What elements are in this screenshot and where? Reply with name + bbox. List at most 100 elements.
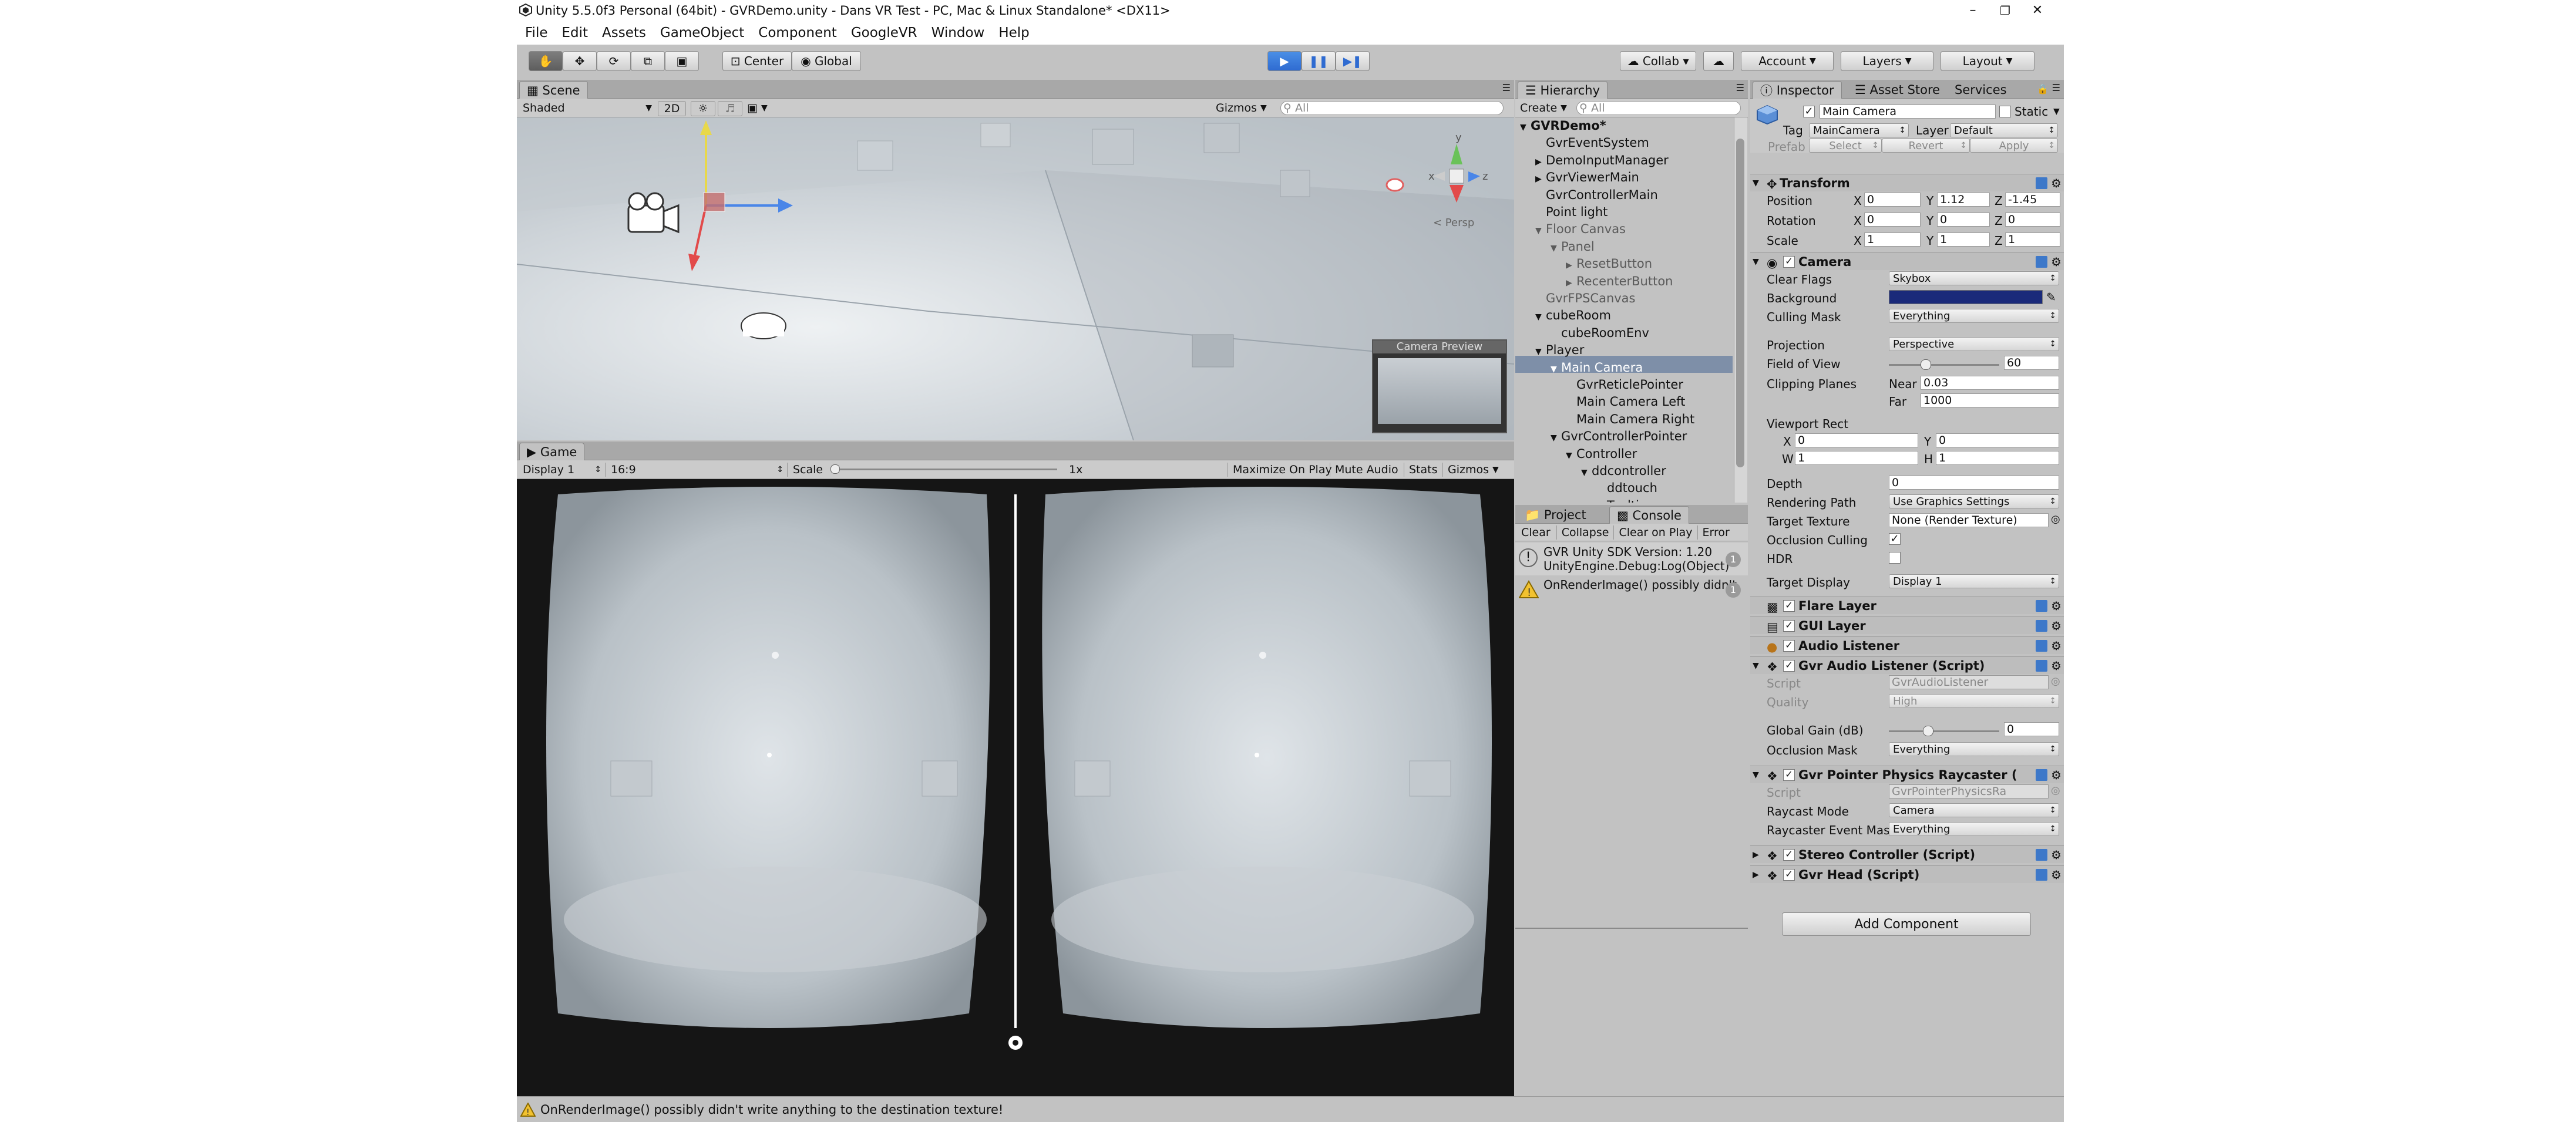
tab-scene[interactable]: ▦ Scene <box>519 81 588 99</box>
console-splitter[interactable] <box>1515 928 1748 929</box>
scale-y-field[interactable]: 1 <box>1937 233 1990 247</box>
raycaster-event-mask-dropdown[interactable]: Everything <box>1889 822 2059 836</box>
console-clear-on-play-toggle[interactable]: Clear on Play <box>1614 525 1697 540</box>
culling-mask-dropdown[interactable]: Everything <box>1889 309 2059 323</box>
hdr-checkbox[interactable] <box>1889 552 1901 564</box>
cloud-button[interactable]: ☁ <box>1703 51 1734 71</box>
hierarchy-item[interactable]: ddtouch <box>1596 481 1657 495</box>
scale-tool-button[interactable]: ⧉ <box>631 51 665 71</box>
hierarchy-create-dropdown[interactable]: Create▼ <box>1520 101 1573 115</box>
projection-dropdown[interactable]: Perspective <box>1889 337 2059 351</box>
scene-search-input[interactable]: ⚲ All <box>1280 101 1504 115</box>
position-z-field[interactable]: -1.45 <box>2005 193 2060 207</box>
pause-button[interactable]: ❚❚ <box>1302 51 1336 71</box>
fov-slider[interactable] <box>1889 364 1999 366</box>
tab-asset-store[interactable]: ☰ Asset Store <box>1848 81 1947 99</box>
gvr-raycaster-component-header[interactable]: ▼❖ ✓ Gvr Pointer Physics Raycaster ( ⚙ <box>1750 766 2064 783</box>
viewport-x-field[interactable]: 0 <box>1795 433 1918 447</box>
hierarchy-item[interactable]: ▼Controller <box>1566 447 1637 461</box>
gear-icon[interactable]: ⚙ <box>2051 848 2062 862</box>
effects-dropdown[interactable]: ▣▼ <box>747 101 780 115</box>
expand-triangle-icon[interactable]: ▶ <box>1566 278 1576 288</box>
panel-menu-icon[interactable]: ☰ <box>1736 82 1744 93</box>
scene-viewport[interactable]: y z x < Persp Camera Preview <box>517 117 1514 440</box>
collab-button[interactable]: ☁ Collab ▾ <box>1620 51 1696 71</box>
static-checkbox[interactable] <box>1999 106 2011 117</box>
scale-x-field[interactable]: 1 <box>1864 233 1921 247</box>
gui-layer-component-header[interactable]: ▤ ✓ GUI Layer ⚙ <box>1750 616 2064 634</box>
menu-assets[interactable]: Assets <box>602 25 646 41</box>
toggle-2d-button[interactable]: 2D <box>658 101 686 116</box>
tab-game[interactable]: ▶ Game <box>519 443 584 460</box>
pivot-center-button[interactable]: ⊡ Center <box>722 51 792 71</box>
rendering-path-dropdown[interactable]: Use Graphics Settings <box>1889 494 2059 508</box>
help-book-icon[interactable] <box>2036 769 2047 781</box>
menu-googlevr[interactable]: GoogleVR <box>851 25 917 41</box>
hierarchy-item[interactable]: ▼Panel <box>1551 240 1595 254</box>
stereo-controller-component-header[interactable]: ▶❖ ✓ Stereo Controller (Script) ⚙ <box>1750 845 2064 863</box>
hierarchy-item[interactable]: GvrReticlePointer <box>1566 378 1683 392</box>
tab-project[interactable]: 📁 Project <box>1518 506 1593 524</box>
expand-triangle-icon[interactable]: ▼ <box>1566 451 1576 460</box>
camera-enabled-checkbox[interactable]: ✓ <box>1783 256 1795 268</box>
gear-icon[interactable]: ⚙ <box>2051 619 2062 633</box>
help-book-icon[interactable] <box>2036 640 2047 652</box>
tag-dropdown[interactable]: MainCamera <box>1809 123 1909 137</box>
viewport-y-field[interactable]: 0 <box>1936 433 2059 447</box>
close-button[interactable]: ✕ <box>2011 0 2064 21</box>
audio-listener-component-header[interactable]: ● ✓ Audio Listener ⚙ <box>1750 636 2064 654</box>
scene-gizmos-dropdown[interactable]: Gizmos▼ <box>1216 101 1269 115</box>
audio-listener-checkbox[interactable]: ✓ <box>1783 640 1795 652</box>
menu-help[interactable]: Help <box>998 25 1029 41</box>
clear-flags-dropdown[interactable]: Skybox <box>1889 271 2059 285</box>
help-book-icon[interactable] <box>2036 177 2047 189</box>
expand-triangle-icon[interactable]: ▼ <box>1535 347 1546 356</box>
menu-window[interactable]: Window <box>931 25 985 41</box>
layout-dropdown[interactable]: Layout▼ <box>1941 51 2034 71</box>
hierarchy-item[interactable]: ▼Main Camera <box>1551 360 1643 375</box>
shading-mode-dropdown[interactable]: Shaded▼ <box>523 101 652 115</box>
gear-icon[interactable]: ⚙ <box>2051 868 2062 882</box>
gvr-head-component-header[interactable]: ▶❖ ✓ Gvr Head (Script) ⚙ <box>1750 865 2064 883</box>
expand-triangle-icon[interactable]: ▶ <box>1535 157 1546 167</box>
camera-component-header[interactable]: ▼ ◉ ✓ Camera ⚙ <box>1750 252 2064 270</box>
global-gain-slider[interactable] <box>1889 730 1999 732</box>
pivot-global-button[interactable]: ◉ Global <box>792 51 861 71</box>
help-book-icon[interactable] <box>2036 600 2047 612</box>
global-gain-field[interactable]: 0 <box>2004 722 2059 736</box>
transform-component-header[interactable]: ▼ ✥ Transform ⚙ <box>1750 174 2064 191</box>
expand-triangle-icon[interactable]: ▼ <box>1581 468 1592 477</box>
active-checkbox[interactable]: ✓ <box>1803 106 1815 117</box>
play-button[interactable]: ▶ <box>1267 51 1302 71</box>
status-bar[interactable]: ! OnRenderImage() possibly didn't write … <box>517 1096 2064 1122</box>
game-gizmos-dropdown[interactable]: Gizmos▼ <box>1442 463 1504 477</box>
rotate-tool-button[interactable]: ⟳ <box>597 51 631 71</box>
hierarchy-scrollbar[interactable] <box>1734 117 1747 503</box>
rotation-y-field[interactable]: 0 <box>1937 213 1990 227</box>
hierarchy-item[interactable]: ▶RecenterButton <box>1566 274 1673 288</box>
flare-layer-checkbox[interactable]: ✓ <box>1783 600 1795 612</box>
object-picker-icon[interactable]: ◎ <box>2051 675 2060 688</box>
expand-triangle-icon[interactable]: ▼ <box>1551 244 1561 253</box>
aspect-dropdown[interactable]: 16:9↕ <box>611 463 788 477</box>
near-clip-field[interactable]: 0.03 <box>1921 376 2059 390</box>
expand-triangle-icon[interactable]: ▼ <box>1551 365 1561 374</box>
hand-tool-button[interactable]: ✋ <box>529 51 563 71</box>
gear-icon[interactable]: ⚙ <box>2051 599 2062 613</box>
tab-hierarchy[interactable]: ☰ Hierarchy <box>1518 81 1608 99</box>
gear-icon[interactable]: ⚙ <box>2051 176 2062 190</box>
background-color-swatch[interactable] <box>1889 290 2043 304</box>
tab-console[interactable]: ▩ Console <box>1609 506 1689 524</box>
menu-file[interactable]: File <box>525 25 548 41</box>
expand-triangle-icon[interactable]: ▼ <box>1520 123 1531 132</box>
maximize-on-play-toggle[interactable]: Maximize On Play <box>1228 463 1337 477</box>
prefab-select-button[interactable]: Select <box>1809 139 1882 153</box>
tab-inspector[interactable]: ⓘ Inspector <box>1753 81 1842 99</box>
game-view[interactable] <box>517 479 1514 1096</box>
hierarchy-item[interactable]: ▼Player <box>1535 343 1584 357</box>
fov-slider-thumb[interactable] <box>1921 359 1931 370</box>
position-x-field[interactable]: 0 <box>1864 193 1921 207</box>
menu-component[interactable]: Component <box>758 25 837 41</box>
gvr-raycaster-checkbox[interactable]: ✓ <box>1783 769 1795 781</box>
occlusion-culling-checkbox[interactable]: ✓ <box>1889 533 1901 545</box>
